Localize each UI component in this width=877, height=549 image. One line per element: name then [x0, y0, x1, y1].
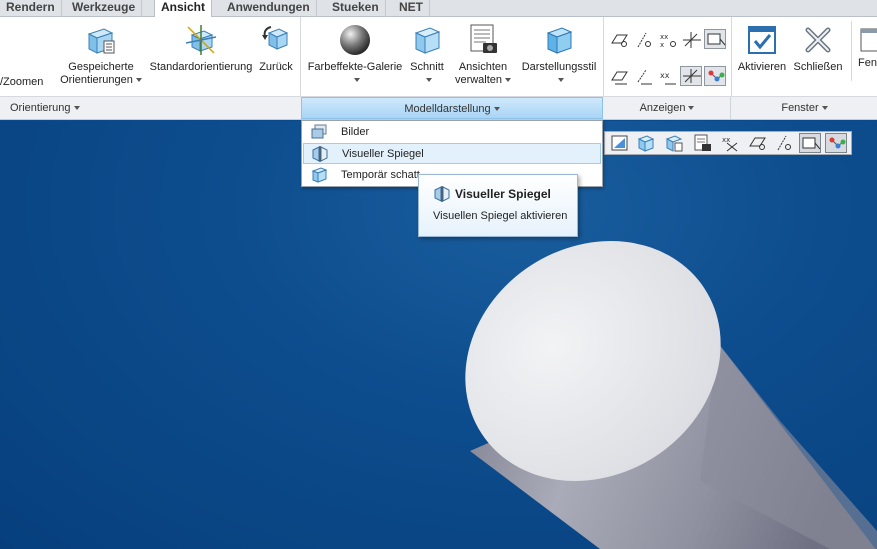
menu-item-temporary-shade-label: Temporär schatt: [341, 169, 420, 181]
tab-rendern[interactable]: Rendern: [0, 0, 62, 17]
plane-display-icon[interactable]: [608, 29, 630, 49]
mirror-icon: [311, 146, 329, 162]
images-icon: [310, 124, 328, 140]
saved-view-icon[interactable]: [663, 133, 685, 153]
manage-views-label-1: Ansichten: [458, 61, 508, 73]
menu-item-images-label: Bilder: [341, 126, 370, 138]
chevron-down-icon: [353, 78, 360, 83]
section-button[interactable]: Schnitt: [405, 23, 449, 87]
group-separator: [603, 17, 604, 97]
zoom-label: /Zoomen: [0, 76, 44, 88]
spin-center-icon[interactable]: [704, 66, 726, 86]
saved-orientation-icon: [84, 23, 118, 57]
close-label: Schließen: [793, 61, 843, 73]
manage-views-icon: [466, 23, 500, 57]
graphics-toolbar: xx: [604, 131, 852, 155]
close-icon: [801, 23, 835, 57]
group-orientation[interactable]: Orientierung: [0, 97, 300, 119]
mirror-icon: [433, 186, 451, 202]
axis-toggle-icon[interactable]: [773, 133, 795, 153]
group-separator: [300, 17, 301, 97]
window-icon: [858, 23, 877, 57]
point-toggle-icon[interactable]: xx: [719, 133, 741, 153]
appearance-gallery-label: Farbeffekte-Galerie: [307, 61, 403, 73]
section-cube-icon: [410, 23, 444, 57]
display-style-icon: [542, 23, 576, 57]
chevron-down-icon: [135, 78, 142, 83]
ribbon-panel: /Zoomen Gespeicherte Orientierungen Stan…: [0, 17, 877, 97]
chevron-down-icon: [73, 106, 80, 111]
activate-window-icon: [745, 23, 779, 57]
window-button[interactable]: Fen: [858, 23, 877, 70]
manage-views-label-2: verwalten: [452, 74, 514, 87]
saved-orientations-button[interactable]: Gespeicherte Orientierungen: [57, 23, 145, 87]
back-view-icon: [259, 23, 293, 57]
window-label: Fen: [858, 57, 877, 69]
back-label: Zurück: [259, 61, 293, 73]
group-separator: [851, 21, 852, 81]
group-show[interactable]: Anzeigen: [604, 97, 731, 119]
plane-toggle-icon[interactable]: [747, 133, 769, 153]
saved-orientations-label-1: Gespeicherte: [68, 61, 134, 73]
chevron-down-icon: [821, 106, 828, 111]
csys-tag-display-icon[interactable]: [680, 66, 702, 86]
standard-orientation-icon: [184, 23, 218, 57]
close-button[interactable]: Schließen: [792, 23, 844, 74]
plane-tag-display-icon[interactable]: [608, 66, 630, 86]
group-window[interactable]: Fenster: [732, 97, 877, 119]
view-manager-icon[interactable]: [691, 133, 713, 153]
tooltip-description: Visuellen Spiegel aktivieren: [433, 210, 568, 222]
ribbon-tab-bar: Rendern Werkzeuge Ansicht Anwendungen St…: [0, 0, 877, 18]
menu-item-visual-mirror[interactable]: Visueller Spiegel: [303, 143, 601, 164]
tooltip-title: Visueller Spiegel: [455, 187, 551, 201]
spin-center-toggle-icon[interactable]: [825, 133, 847, 153]
zoom-button[interactable]: /Zoomen: [0, 76, 44, 89]
group-model-display[interactable]: Modelldarstellung: [301, 97, 603, 119]
visual-mirror-tooltip: Visueller Spiegel Visuellen Spiegel akti…: [418, 174, 578, 237]
svg-text:xx: xx: [660, 33, 668, 41]
chevron-down-icon: [505, 78, 512, 83]
saved-orientations-label-2: Orientierungen: [57, 74, 145, 87]
temporary-shade-icon: [310, 167, 328, 183]
group-separator: [731, 17, 732, 97]
chevron-down-icon: [688, 106, 695, 111]
appearance-gallery-button[interactable]: Farbeffekte-Galerie: [305, 23, 405, 87]
chevron-down-icon: [493, 107, 500, 112]
svg-text:x: x: [660, 41, 664, 49]
tab-ansicht[interactable]: Ansicht: [154, 0, 213, 18]
tab-stueken[interactable]: Stueken: [326, 0, 386, 17]
point-display-icon[interactable]: xx x: [656, 29, 678, 49]
annotation-toggle-icon[interactable]: [799, 133, 821, 153]
section-label: Schnitt: [410, 61, 444, 73]
svg-text:xx: xx: [722, 136, 730, 144]
display-style-button[interactable]: Darstellungsstil: [518, 23, 600, 87]
shading-cube-icon[interactable]: [635, 133, 657, 153]
axis-display-icon[interactable]: [632, 29, 654, 49]
manage-views-button[interactable]: Ansichten verwalten: [452, 23, 514, 87]
standard-orientation-label: Standardorientierung: [149, 61, 253, 73]
activate-label: Aktivieren: [737, 61, 787, 73]
menu-item-images[interactable]: Bilder: [303, 122, 601, 143]
point-tag-display-icon[interactable]: xx: [656, 66, 678, 86]
standard-orientation-button[interactable]: Standardorientierung: [148, 23, 254, 74]
annotation-display-icon[interactable]: [704, 29, 726, 49]
activate-button[interactable]: Aktivieren: [735, 23, 789, 74]
tab-anwendungen[interactable]: Anwendungen: [221, 0, 317, 17]
tab-werkzeuge[interactable]: Werkzeuge: [66, 0, 143, 17]
refit-icon[interactable]: [609, 133, 631, 153]
chevron-down-icon: [557, 78, 564, 83]
menu-item-visual-mirror-label: Visueller Spiegel: [342, 148, 424, 160]
back-button[interactable]: Zurück: [256, 23, 296, 74]
ribbon-group-labels: Orientierung Modelldarstellung Anzeigen …: [0, 97, 877, 120]
chevron-down-icon: [425, 78, 432, 83]
sphere-icon: [338, 23, 372, 57]
svg-text:xx: xx: [660, 71, 670, 80]
tab-net[interactable]: NET: [393, 0, 430, 17]
csys-display-icon[interactable]: [680, 29, 702, 49]
axis-tag-display-icon[interactable]: [632, 66, 654, 86]
display-style-label: Darstellungsstil: [521, 61, 597, 73]
